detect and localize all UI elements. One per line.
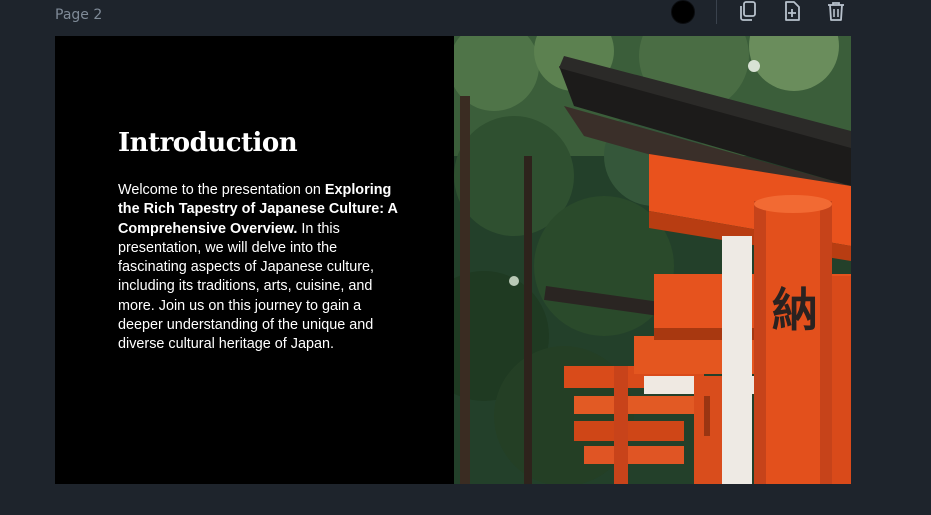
add-page-icon [785, 1, 800, 21]
toolbar-divider [716, 0, 717, 24]
slide-body-text[interactable]: Welcome to the presentation on Exploring… [118, 181, 403, 355]
slide[interactable]: Introduction Welcome to the presentation… [55, 36, 851, 484]
duplicate-page-button[interactable] [737, 0, 759, 22]
torii-gates-illustration: 納 [454, 36, 851, 484]
gate-kanji: 納 [772, 283, 818, 337]
slide-text-panel: Introduction Welcome to the presentation… [55, 36, 454, 484]
page-color-swatch[interactable] [671, 0, 695, 24]
delete-page-button[interactable] [825, 0, 847, 22]
slide-title[interactable]: Introduction [118, 128, 298, 158]
page-label: Page 2 [55, 7, 103, 23]
duplicate-icon [740, 1, 756, 21]
editor-canvas: Page 2 Introduction Welcome to the prese… [0, 0, 931, 515]
add-page-button[interactable] [781, 0, 803, 22]
trash-icon [828, 2, 844, 21]
torii-gates-photo[interactable]: 納 [454, 36, 851, 484]
body-rest: In this presentation, we will delve into… [118, 220, 374, 353]
body-intro: Welcome to the presentation on [118, 182, 325, 198]
